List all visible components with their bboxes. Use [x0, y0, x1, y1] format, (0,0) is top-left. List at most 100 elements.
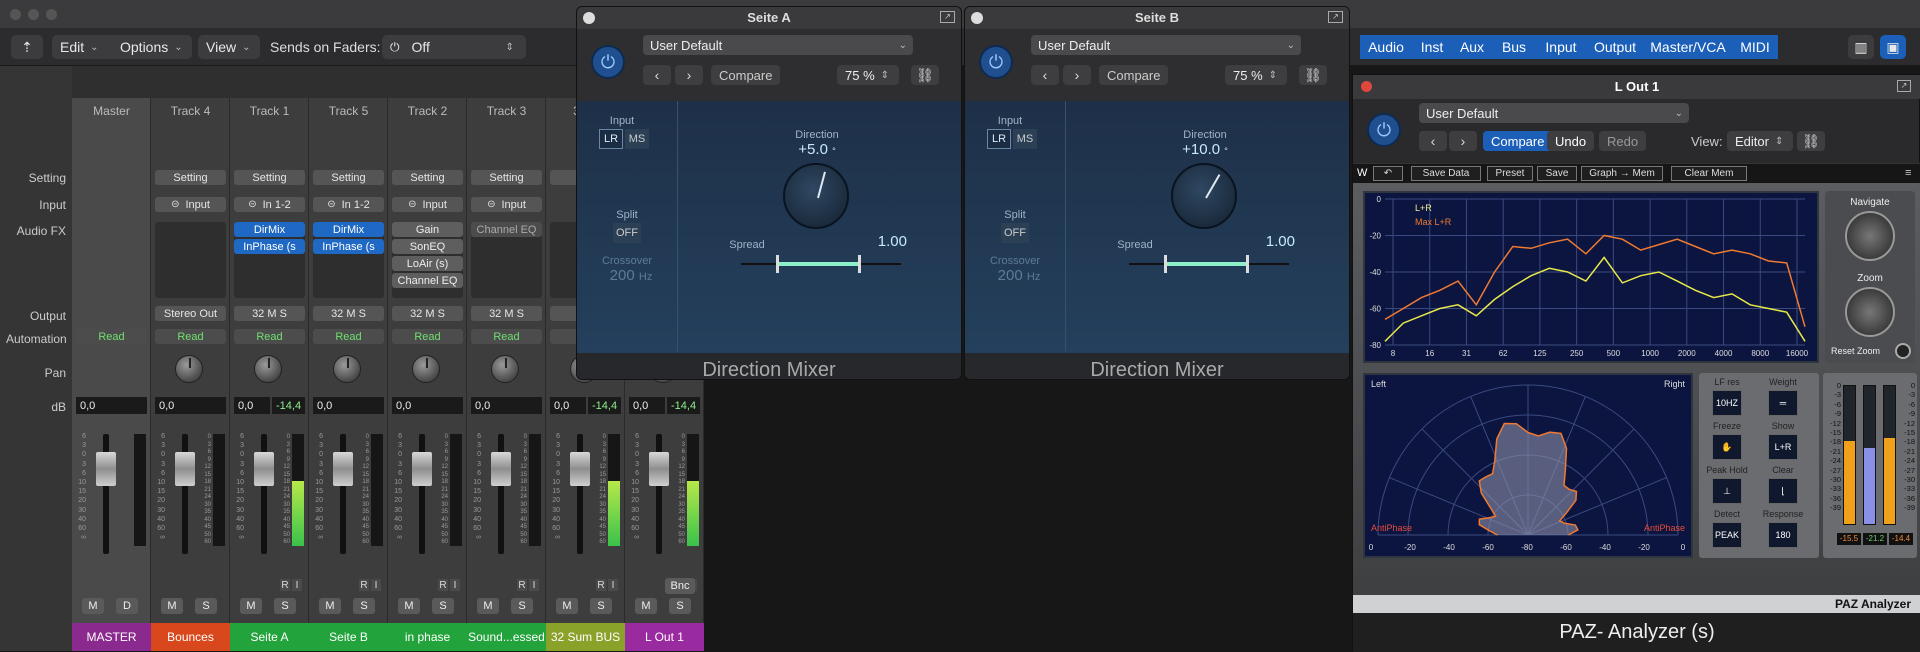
automation-mode-button[interactable]: Read — [155, 329, 226, 344]
preset-select[interactable]: User Default ⌄ — [1419, 103, 1689, 123]
record-button[interactable]: R — [280, 579, 290, 591]
mute-button[interactable]: M — [477, 598, 499, 614]
automation-mode-button[interactable]: Read — [392, 329, 463, 344]
input-button[interactable]: ⊝ In 1-2 — [313, 197, 384, 212]
track-name-label[interactable]: in phase — [388, 623, 467, 651]
track-name-label[interactable]: Seite A — [230, 623, 309, 651]
output-button[interactable]: 32 M S — [392, 306, 463, 321]
minimize-window-button[interactable] — [28, 9, 39, 20]
filter-inst[interactable]: Inst — [1412, 35, 1452, 59]
solo-button[interactable]: S — [274, 598, 296, 614]
menu-icon[interactable]: ≡ — [1905, 167, 1911, 179]
previous-preset-button[interactable]: ‹ — [643, 65, 671, 85]
compare-button[interactable]: Compare — [1483, 131, 1553, 151]
next-preset-button[interactable]: › — [1449, 131, 1477, 151]
zoom-window-button[interactable] — [46, 9, 57, 20]
bounce-button[interactable]: Bnc — [665, 578, 695, 594]
previous-preset-button[interactable]: ‹ — [1419, 131, 1447, 151]
solo-button[interactable]: S — [432, 598, 454, 614]
freeze-button[interactable]: ✋ — [1712, 434, 1742, 460]
view-menu[interactable]: View ⌄ — [198, 35, 260, 59]
volume-fader[interactable] — [649, 452, 669, 486]
peak-hold-button[interactable]: ⊥ — [1712, 478, 1742, 504]
lr-mode-button[interactable]: LR — [599, 129, 623, 149]
navigate-control[interactable] — [1845, 211, 1895, 261]
sends-on-faders-select[interactable]: ⏻ Off ⇕ — [382, 35, 526, 59]
back-up-button[interactable]: ⇡ — [11, 35, 43, 59]
track-name-label[interactable]: 32 Sum BUS — [546, 623, 625, 651]
split-toggle[interactable]: OFF — [1001, 223, 1029, 243]
direction-knob[interactable] — [1171, 163, 1237, 229]
waves-button[interactable]: Save — [1537, 166, 1577, 181]
close-plugin-button[interactable] — [583, 12, 595, 24]
compare-button[interactable]: Compare — [711, 65, 781, 85]
volume-fader[interactable] — [412, 452, 432, 486]
output-button[interactable]: 32 M S — [313, 306, 384, 321]
inspector-view-icon[interactable]: ▣ — [1880, 35, 1906, 59]
solo-button[interactable]: S — [669, 598, 691, 614]
automation-mode-button[interactable]: Read — [313, 329, 384, 344]
spread-slider-right-handle[interactable] — [1246, 255, 1249, 273]
weight-button[interactable]: ═ — [1768, 390, 1798, 416]
close-plugin-button[interactable] — [1361, 81, 1372, 92]
audio-fx-slot[interactable]: DirMix — [313, 222, 384, 237]
previous-preset-button[interactable]: ‹ — [1031, 65, 1059, 85]
volume-fader[interactable] — [254, 452, 274, 486]
record-button[interactable]: R — [359, 579, 369, 591]
volume-fader[interactable] — [491, 452, 511, 486]
automation-mode-button[interactable]: Read — [471, 329, 542, 344]
track-name-label[interactable]: MASTER — [72, 623, 151, 651]
clear-button[interactable]: ⌊ — [1768, 478, 1798, 504]
pan-knob[interactable] — [412, 355, 440, 383]
track-name-label[interactable]: Seite B — [309, 623, 388, 651]
detect-button[interactable]: PEAK — [1712, 522, 1742, 548]
setting-button[interactable]: Setting — [155, 170, 226, 185]
expand-icon[interactable]: ↗ — [940, 11, 955, 23]
audio-fx-slot[interactable]: Channel EQ — [392, 273, 463, 288]
mute-button[interactable]: M — [398, 598, 420, 614]
input-monitor-button[interactable]: I — [608, 579, 618, 591]
pan-knob[interactable] — [491, 355, 519, 383]
options-menu[interactable]: Options ⌄ — [112, 35, 192, 59]
filter-output[interactable]: Output — [1586, 35, 1644, 59]
compare-button[interactable]: Compare — [1099, 65, 1169, 85]
mute-button[interactable]: M — [161, 598, 183, 614]
output-button[interactable]: Stereo Out — [155, 306, 226, 321]
power-button[interactable]: ⏻ — [591, 45, 625, 79]
pan-knob[interactable] — [333, 355, 361, 383]
waves-button[interactable]: Clear Mem — [1671, 166, 1747, 181]
close-plugin-button[interactable] — [971, 12, 983, 24]
automation-mode-button[interactable]: Read — [234, 329, 305, 344]
close-window-button[interactable] — [10, 9, 21, 20]
input-button[interactable]: ⊝ Input — [155, 197, 226, 212]
solo-button[interactable]: S — [590, 598, 612, 614]
volume-readout[interactable]: 0,0 — [234, 397, 270, 414]
filter-input[interactable]: Input — [1536, 35, 1586, 59]
volume-fader[interactable] — [175, 452, 195, 486]
filter-mastervca[interactable]: Master/VCA — [1644, 35, 1732, 59]
volume-fader[interactable] — [570, 452, 590, 486]
mute-button[interactable]: M — [556, 598, 578, 614]
dim-button[interactable]: D — [116, 598, 138, 614]
volume-fader[interactable] — [333, 452, 353, 486]
crossover-value[interactable]: 200 Hz — [591, 267, 671, 284]
waves-button[interactable]: Graph → Mem — [1581, 166, 1663, 181]
zoom-select[interactable]: 75 % ⇕ — [837, 65, 899, 85]
automation-mode-button[interactable]: Read — [76, 329, 147, 344]
track-name-label[interactable]: Sound...essed — [467, 623, 546, 651]
input-monitor-button[interactable]: I — [292, 579, 302, 591]
waves-button[interactable]: Preset — [1487, 166, 1533, 181]
spread-slider-left-handle[interactable] — [776, 255, 779, 273]
spread-slider-range[interactable] — [1167, 262, 1247, 266]
filter-aux[interactable]: Aux — [1452, 35, 1492, 59]
ms-mode-button[interactable]: MS — [1013, 129, 1037, 149]
input-monitor-button[interactable]: I — [529, 579, 539, 591]
spread-slider-range[interactable] — [779, 262, 859, 266]
setting-button[interactable]: Setting — [471, 170, 542, 185]
mute-button[interactable]: M — [82, 598, 104, 614]
expand-icon[interactable]: ↗ — [1328, 11, 1343, 23]
power-button[interactable]: ⏻ — [1367, 113, 1401, 147]
audio-fx-slot[interactable]: InPhase (s — [234, 239, 305, 254]
volume-fader[interactable] — [96, 452, 116, 486]
audio-fx-slot[interactable]: DirMix — [234, 222, 305, 237]
